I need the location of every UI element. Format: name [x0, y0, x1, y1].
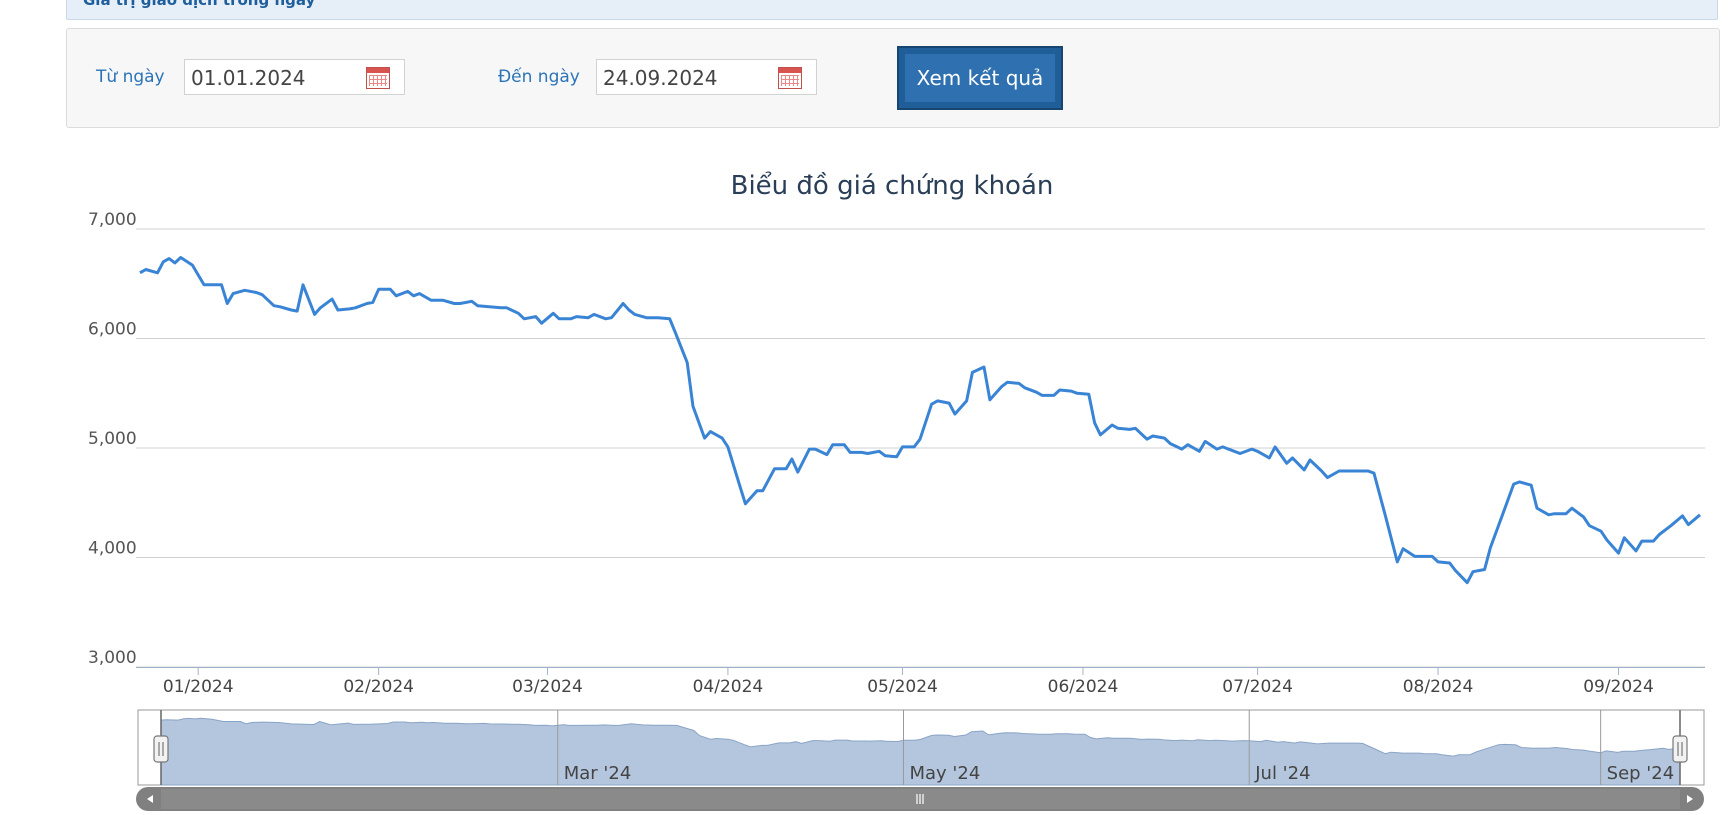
to-date-value: 24.09.2024	[603, 66, 718, 90]
y-tick-label: 6,000	[88, 320, 137, 340]
calendar-icon[interactable]	[366, 67, 390, 89]
x-tick-label: 06/2024	[1048, 677, 1119, 697]
from-date-label: Từ ngày	[96, 67, 165, 87]
section-header: Giá trị giao dịch trong ngày	[66, 0, 1718, 20]
calendar-icon[interactable]	[778, 67, 802, 89]
scrollbar[interactable]	[136, 787, 1704, 811]
stock-price-chart: Biểu đồ giá chứng khoán 3,000 4,000 5,000 6…	[88, 170, 1705, 811]
view-results-button[interactable]: Xem kết quả	[897, 46, 1063, 110]
x-tick-label: 03/2024	[512, 677, 583, 697]
view-results-button-label: Xem kết quả	[905, 54, 1055, 102]
price-series-line	[139, 256, 1701, 585]
to-date-field[interactable]: 24.09.2024	[596, 59, 817, 95]
navigator-tick-label: May '24	[909, 763, 980, 784]
navigator-tick-label: Jul '24	[1254, 763, 1310, 784]
from-date-field[interactable]: 01.01.2024	[184, 59, 405, 95]
y-tick-label: 5,000	[88, 429, 137, 449]
navigator[interactable]: Mar '24 May '24 Jul '24 Sep '24	[137, 709, 1705, 786]
x-tick-label: 05/2024	[867, 677, 938, 697]
x-tick-label: 04/2024	[693, 677, 764, 697]
y-tick-label: 3,000	[88, 648, 137, 668]
to-date-label: Đến ngày	[498, 67, 580, 87]
date-filter-panel: Từ ngày 01.01.2024 Đến ngày 24.09.2024 X…	[66, 28, 1720, 128]
chart-title: Biểu đồ giá chứng khoán	[731, 170, 1054, 201]
navigator-tick-label: Sep '24	[1607, 763, 1675, 784]
section-header-title: Giá trị giao dịch trong ngày	[83, 0, 316, 9]
x-tick-label: 02/2024	[343, 677, 414, 697]
y-tick-label: 7,000	[88, 210, 137, 230]
navigator-tick-label: Mar '24	[564, 763, 632, 784]
x-tick-label: 01/2024	[163, 677, 234, 697]
from-date-value: 01.01.2024	[191, 66, 306, 90]
x-tick-label: 09/2024	[1583, 677, 1654, 697]
x-tick-label: 08/2024	[1403, 677, 1474, 697]
x-tick-label: 07/2024	[1222, 677, 1293, 697]
y-tick-label: 4,000	[88, 539, 137, 559]
